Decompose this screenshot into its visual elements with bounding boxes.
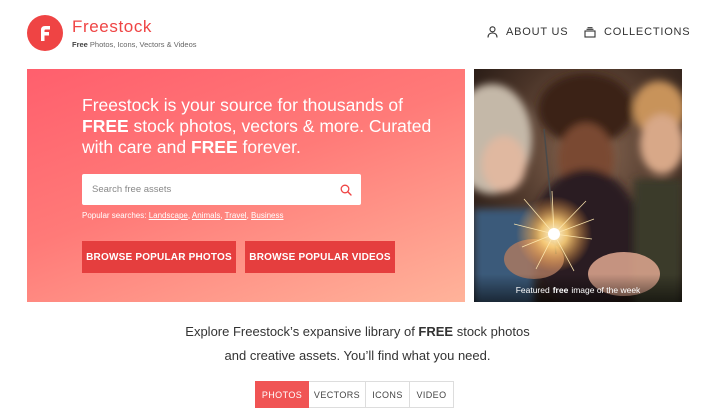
search-button[interactable] [331,174,361,205]
popular-link-animals[interactable]: Animals [192,211,220,220]
browse-photos-button[interactable]: BROWSE POPULAR PHOTOS [82,241,236,273]
search-box [82,174,361,205]
brand-name: Freestock [72,17,153,36]
popular-link-landscape[interactable]: Landscape [149,211,188,220]
user-icon [487,26,498,38]
brand[interactable]: Freestock Free Photos, Icons, Vectors & … [72,17,197,50]
nav-collections[interactable]: COLLECTIONS [584,26,690,38]
featured-caption: Featured free image of the week [474,274,682,302]
library-tagline: Explore Freestock’s expansive library of… [0,320,715,368]
nav-about-label: ABOUT US [506,26,569,38]
tab-icons[interactable]: ICONS [366,381,410,408]
asset-type-tabs: PHOTOS VECTORS ICONS VIDEO [255,381,454,408]
browse-videos-button[interactable]: BROWSE POPULAR VIDEOS [245,241,395,273]
brand-tagline: Free Photos, Icons, Vectors & Videos [72,40,197,49]
logo-f-icon [41,26,50,41]
tab-vectors[interactable]: VECTORS [309,381,366,408]
site-header: Freestock Free Photos, Icons, Vectors & … [0,0,715,66]
popular-link-travel[interactable]: Travel [225,211,247,220]
tagline-line-1: Explore Freestock’s expansive library of… [185,324,530,339]
hero-banner: Freestock is your source for thousands o… [27,69,465,302]
hero-headline: Freestock is your source for thousands o… [82,95,432,157]
featured-photo-sparkler [474,69,682,302]
search-input[interactable] [82,174,331,205]
popular-link-business[interactable]: Business [251,211,283,220]
tab-photos[interactable]: PHOTOS [255,381,309,408]
search-icon [340,184,352,196]
popular-searches: Popular searches: Landscape, Animals, Tr… [82,211,284,220]
featured-image[interactable]: Featured free image of the week [474,69,682,302]
tagline-line-2: and creative assets. You’ll find what yo… [224,348,491,363]
nav-about-us[interactable]: ABOUT US [487,26,568,38]
collections-icon [584,26,596,38]
nav-collections-label: COLLECTIONS [604,26,691,38]
tab-video[interactable]: VIDEO [410,381,454,408]
popular-label: Popular searches: [82,211,149,220]
freestock-logo[interactable] [27,15,63,51]
